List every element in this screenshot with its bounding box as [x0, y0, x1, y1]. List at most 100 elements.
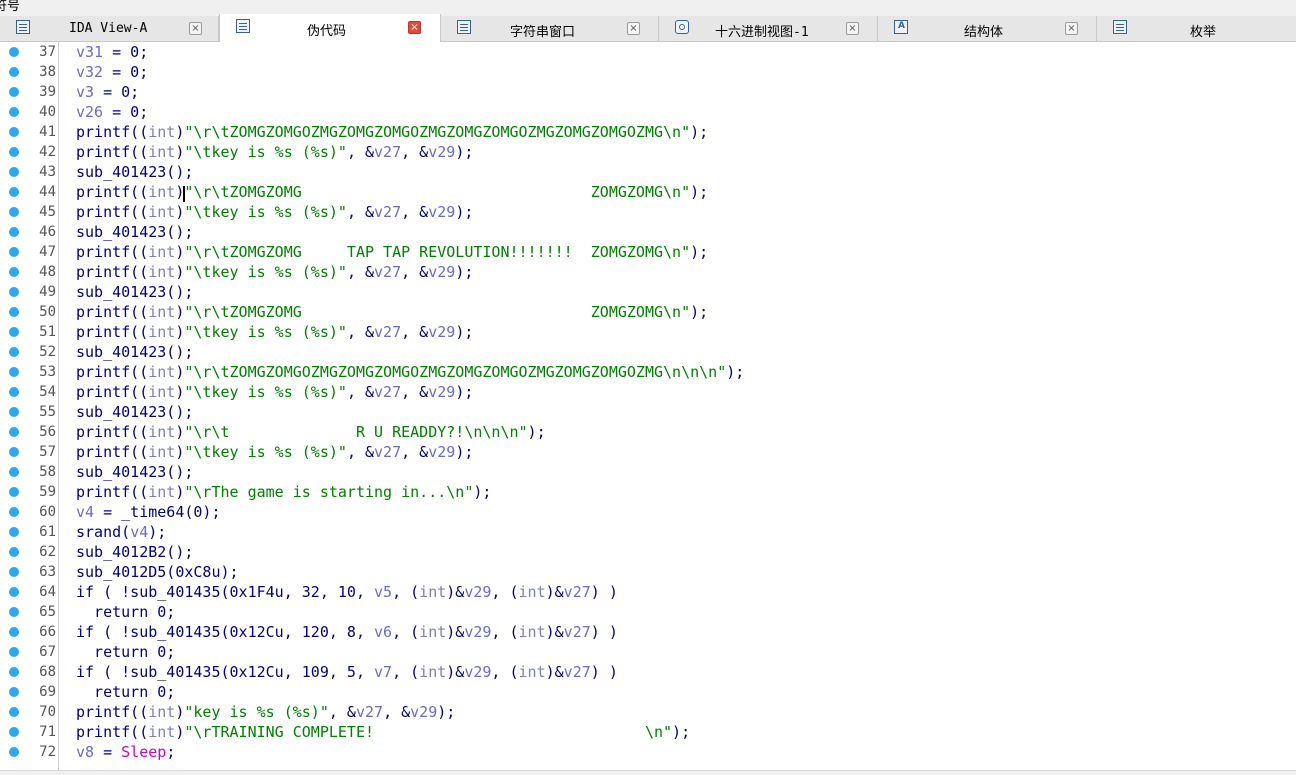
code-text[interactable]: if ( !sub_401435(0x1F4u, 32, 10, v5, (in… [76, 582, 618, 602]
code-text[interactable]: sub_401423(); [76, 402, 193, 422]
tab-hex-view-1[interactable]: 十六进制视图-1 × [659, 16, 878, 41]
code-line[interactable]: 43 sub_401423(); [0, 162, 1296, 182]
breakpoint-dot-icon[interactable] [9, 307, 19, 317]
code-text[interactable]: v31 = 0; [76, 42, 148, 62]
code-line[interactable]: 40 v26 = 0; [0, 102, 1296, 122]
code-text[interactable]: printf((int)"\r\tZOMGZOMG TAP TAP REVOLU… [76, 242, 708, 262]
breakpoint-dot-icon[interactable] [9, 47, 19, 57]
code-text[interactable]: printf((int)"\rThe game is starting in..… [76, 482, 491, 502]
breakpoint-dot-icon[interactable] [9, 687, 19, 697]
code-text[interactable]: printf((int)"\tkey is %s (%s)", &v27, &v… [76, 202, 473, 222]
code-text[interactable]: v26 = 0; [76, 102, 148, 122]
pseudocode-editor[interactable]: 37 v31 = 0; 38 v32 = 0; 39 v3 = 0; 40 v26 = 0; 4… [0, 42, 1296, 775]
code-line[interactable]: 55 sub_401423(); [0, 402, 1296, 422]
code-line[interactable]: 70 printf((int)"key is %s (%s)", &v27, &v… [0, 702, 1296, 722]
tab-pseudocode[interactable]: 伪代码 × [219, 14, 441, 42]
code-line[interactable]: 37 v31 = 0; [0, 42, 1296, 62]
code-line[interactable]: 47 printf((int)"\r\tZOMGZOMG TAP TAP REVO… [0, 242, 1296, 262]
code-line[interactable]: 41 printf((int)"\r\tZOMGZOMGOZMGZOMGZOMGO… [0, 122, 1296, 142]
code-line[interactable]: 59 printf((int)"\rThe game is starting in… [0, 482, 1296, 502]
code-line[interactable]: 63 sub_4012D5(0xC8u); [0, 562, 1296, 582]
breakpoint-dot-icon[interactable] [9, 387, 19, 397]
breakpoint-dot-icon[interactable] [9, 607, 19, 617]
code-line[interactable]: 46 sub_401423(); [0, 222, 1296, 242]
code-text[interactable]: printf((int)"\tkey is %s (%s)", &v27, &v… [76, 442, 473, 462]
code-line[interactable]: 72 v8 = Sleep; [0, 742, 1296, 762]
code-line[interactable]: 42 printf((int)"\tkey is %s (%s)", &v27, … [0, 142, 1296, 162]
code-line[interactable]: 60 v4 = _time64(0); [0, 502, 1296, 522]
code-text[interactable]: v32 = 0; [76, 62, 148, 82]
code-line[interactable]: 54 printf((int)"\tkey is %s (%s)", &v27, … [0, 382, 1296, 402]
code-line[interactable]: 65 return 0; [0, 602, 1296, 622]
code-text[interactable]: sub_401423(); [76, 342, 193, 362]
code-line[interactable]: 71 printf((int)"\rTRAINING COMPLETE! \n")… [0, 722, 1296, 742]
breakpoint-dot-icon[interactable] [9, 187, 19, 197]
code-line[interactable]: 57 printf((int)"\tkey is %s (%s)", &v27, … [0, 442, 1296, 462]
code-line[interactable]: 51 printf((int)"\tkey is %s (%s)", &v27, … [0, 322, 1296, 342]
code-text[interactable]: sub_401423(); [76, 462, 193, 482]
code-line[interactable]: 62 sub_4012B2(); [0, 542, 1296, 562]
code-text[interactable]: printf((int)"\tkey is %s (%s)", &v27, &v… [76, 382, 473, 402]
breakpoint-dot-icon[interactable] [9, 707, 19, 717]
close-icon[interactable]: × [846, 22, 859, 35]
breakpoint-dot-icon[interactable] [9, 267, 19, 277]
code-text[interactable]: v3 = 0; [76, 82, 139, 102]
code-text[interactable]: sub_401423(); [76, 282, 193, 302]
code-text[interactable]: sub_4012D5(0xC8u); [76, 562, 239, 582]
code-text[interactable]: sub_401423(); [76, 222, 193, 242]
breakpoint-dot-icon[interactable] [9, 167, 19, 177]
breakpoint-dot-icon[interactable] [9, 347, 19, 357]
code-text[interactable]: if ( !sub_401435(0x12Cu, 120, 8, v6, (in… [76, 622, 618, 642]
code-text[interactable]: srand(v4); [76, 522, 166, 542]
breakpoint-dot-icon[interactable] [9, 527, 19, 537]
breakpoint-dot-icon[interactable] [9, 587, 19, 597]
code-text[interactable]: printf((int)"\rTRAINING COMPLETE! \n"); [76, 722, 690, 742]
code-line[interactable]: 67 return 0; [0, 642, 1296, 662]
code-line[interactable]: 45 printf((int)"\tkey is %s (%s)", &v27, … [0, 202, 1296, 222]
close-icon[interactable]: × [627, 22, 640, 35]
code-line[interactable]: 66 if ( !sub_401435(0x12Cu, 120, 8, v6, (… [0, 622, 1296, 642]
code-line[interactable]: 61 srand(v4); [0, 522, 1296, 542]
breakpoint-dot-icon[interactable] [9, 147, 19, 157]
breakpoint-dot-icon[interactable] [9, 87, 19, 97]
breakpoint-dot-icon[interactable] [9, 207, 19, 217]
code-line[interactable]: 50 printf((int)"\r\tZOMGZOMG ZOMGZOMG\n")… [0, 302, 1296, 322]
breakpoint-dot-icon[interactable] [9, 287, 19, 297]
breakpoint-dot-icon[interactable] [9, 367, 19, 377]
breakpoint-dot-icon[interactable] [9, 107, 19, 117]
close-icon[interactable]: × [1065, 22, 1078, 35]
breakpoint-dot-icon[interactable] [9, 487, 19, 497]
breakpoint-dot-icon[interactable] [9, 427, 19, 437]
breakpoint-dot-icon[interactable] [9, 407, 19, 417]
code-text[interactable]: printf((int)"\tkey is %s (%s)", &v27, &v… [76, 262, 473, 282]
breakpoint-dot-icon[interactable] [9, 67, 19, 77]
code-line[interactable]: 44 printf((int)"\r\tZOMGZOMG ZOMGZOMG\n")… [0, 182, 1296, 202]
tab-structures[interactable]: 结构体 × [878, 16, 1097, 41]
code-line[interactable]: 69 return 0; [0, 682, 1296, 702]
code-line[interactable]: 48 printf((int)"\tkey is %s (%s)", &v27, … [0, 262, 1296, 282]
code-text[interactable]: if ( !sub_401435(0x12Cu, 109, 5, v7, (in… [76, 662, 618, 682]
code-line[interactable]: 58 sub_401423(); [0, 462, 1296, 482]
code-text[interactable]: return 0; [76, 602, 175, 622]
tab-strings-window[interactable]: 字符串窗口 × [441, 16, 659, 41]
breakpoint-dot-icon[interactable] [9, 627, 19, 637]
code-text[interactable]: printf((int)"\r\tZOMGZOMGOZMGZOMGZOMGOZM… [76, 122, 708, 142]
breakpoint-dot-icon[interactable] [9, 727, 19, 737]
breakpoint-dot-icon[interactable] [9, 667, 19, 677]
breakpoint-dot-icon[interactable] [9, 567, 19, 577]
code-text[interactable]: sub_401423(); [76, 162, 193, 182]
code-line[interactable]: 52 sub_401423(); [0, 342, 1296, 362]
breakpoint-dot-icon[interactable] [9, 507, 19, 517]
code-line[interactable]: 68 if ( !sub_401435(0x12Cu, 109, 5, v7, (… [0, 662, 1296, 682]
code-text[interactable]: printf((int)"\r\t R U READDY?!\n\n\n"); [76, 422, 546, 442]
breakpoint-dot-icon[interactable] [9, 467, 19, 477]
breakpoint-dot-icon[interactable] [9, 647, 19, 657]
breakpoint-dot-icon[interactable] [9, 747, 19, 757]
code-text[interactable]: sub_4012B2(); [76, 542, 193, 562]
breakpoint-dot-icon[interactable] [9, 547, 19, 557]
code-text[interactable]: v8 = Sleep; [76, 742, 175, 762]
code-text[interactable]: printf((int)"\tkey is %s (%s)", &v27, &v… [76, 142, 473, 162]
code-line[interactable]: 38 v32 = 0; [0, 62, 1296, 82]
code-text[interactable]: printf((int)"key is %s (%s)", &v27, &v29… [76, 702, 455, 722]
code-text[interactable]: printf((int)"\r\tZOMGZOMG ZOMGZOMG\n"); [76, 302, 708, 322]
